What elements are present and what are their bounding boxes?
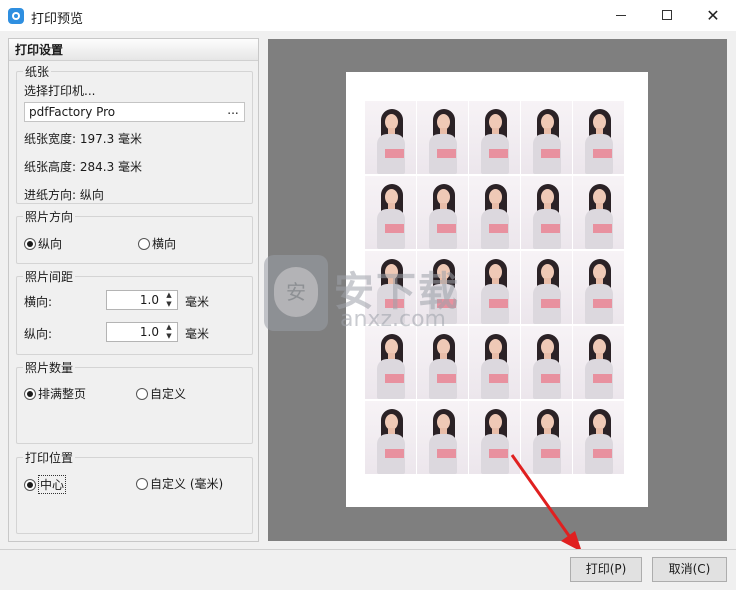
arrow-line <box>510 454 574 541</box>
annotation-arrow <box>510 454 582 552</box>
cancel-button[interactable]: 取消(C) <box>652 557 727 582</box>
dialog-footer: 打印(P) 取消(C) <box>0 549 736 590</box>
print-button[interactable]: 打印(P) <box>570 557 642 582</box>
